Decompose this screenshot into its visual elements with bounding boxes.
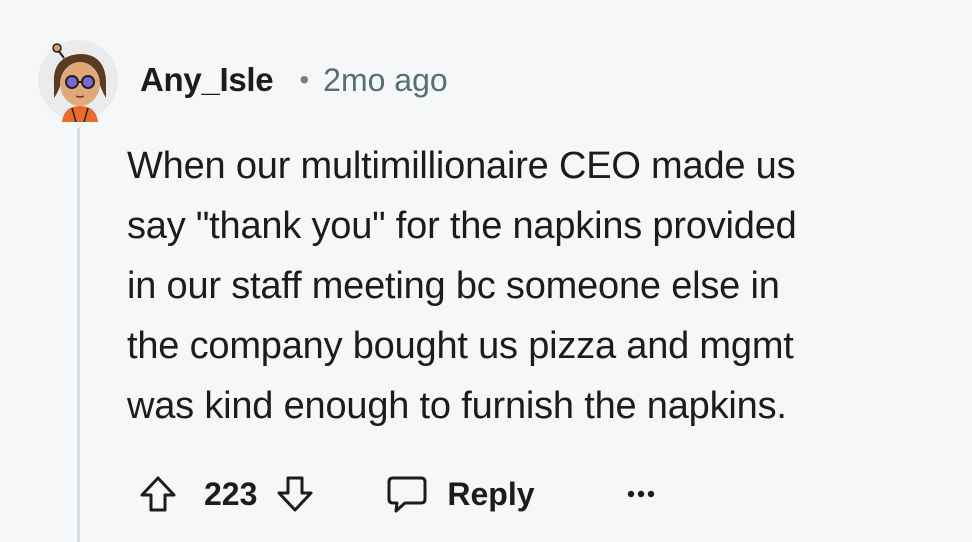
reply-button[interactable]: Reply [381,468,535,520]
comment-text-line: the company bought us pizza and mgmt [127,325,794,367]
user-avatar[interactable] [34,34,122,123]
comment-text-line: When our multimillionaire CEO made us [127,145,796,187]
avatar-image [38,40,118,123]
comment: Any_Isle • 2mo ago When our multimillion… [0,0,972,542]
vote-score: 223 [204,475,258,512]
thread-line[interactable] [77,128,80,542]
speech-bubble-icon [381,468,433,520]
downvote-arrow-icon[interactable] [269,468,321,520]
ellipsis-icon[interactable] [621,468,661,520]
comment-text-line: was kind enough to furnish the napkins. [127,385,787,427]
meta-separator: • [299,64,310,95]
reply-label: Reply [447,475,535,512]
comment-meta: Any_Isle • 2mo ago [140,58,448,102]
upvote-arrow-icon[interactable] [132,468,184,520]
comment-text-line: in our staff meeting bc someone else in [127,265,780,307]
comment-text-line: say "thank you" for the napkins provided [127,205,797,247]
comment-body: When our multimillionaire CEO made us sa… [127,136,947,436]
timestamp[interactable]: 2mo ago [323,62,448,99]
comment-actions: 223 Reply [132,468,661,520]
username-link[interactable]: Any_Isle [140,61,274,99]
